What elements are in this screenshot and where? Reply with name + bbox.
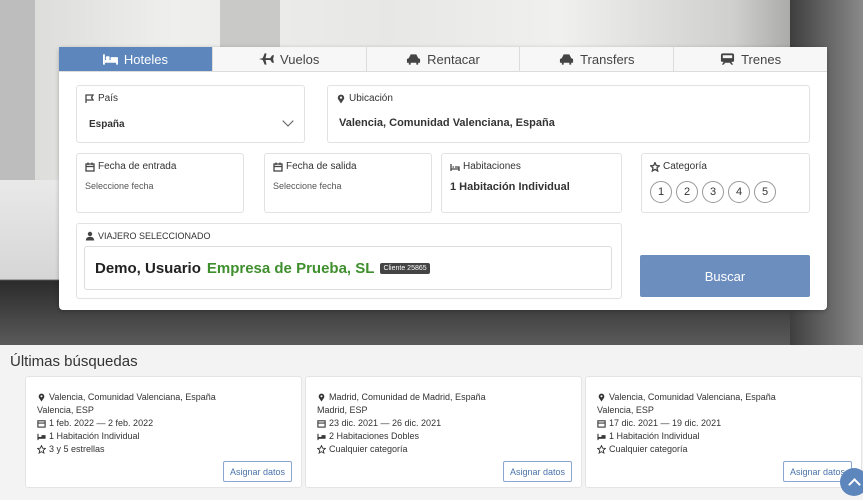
pais-label: País: [98, 93, 119, 104]
fecha-salida-field[interactable]: Fecha de salida Seleccione fecha: [264, 153, 432, 213]
train-icon: [721, 53, 735, 65]
user-icon: [85, 231, 95, 241]
chevron-up-icon: [847, 477, 861, 491]
viajero-name: Demo, Usuario: [95, 259, 201, 277]
star-icon: [597, 444, 606, 454]
recent-rooms: 2 Habitaciones Dobles: [329, 431, 420, 441]
tab-label: Rentacar: [427, 51, 480, 67]
buscar-button[interactable]: Buscar: [640, 255, 810, 297]
recent-rooms: 1 Habitación Individual: [609, 431, 700, 441]
calendar-icon: [37, 419, 46, 428]
recent-category: 3 y 5 estrellas: [49, 444, 105, 454]
plane-icon: [259, 53, 275, 65]
star-icon: [37, 444, 46, 454]
tab-label: Vuelos: [280, 51, 320, 67]
bed-icon: [450, 163, 460, 171]
tab-label: Trenes: [741, 51, 782, 67]
client-badge: Cliente 25865: [380, 262, 430, 274]
fecha-entrada-field[interactable]: Fecha de entrada Seleccione fecha: [76, 153, 244, 213]
bed-icon: [102, 54, 118, 65]
recent-category: Cualquier categoría: [609, 444, 688, 454]
flag-icon: [85, 93, 95, 103]
bed-icon: [37, 433, 46, 440]
tab-label: Transfers: [580, 51, 635, 67]
recent-location: Madrid, Comunidad de Madrid, España: [329, 392, 486, 402]
viajero-selector[interactable]: Demo, Usuario Empresa de Prueba, SL Clie…: [84, 246, 612, 290]
tab-label: Hoteles: [123, 51, 168, 67]
recent-search-card: Valencia, Comunidad Valenciana, España V…: [25, 376, 302, 488]
viajero-label: VIAJERO SELECCIONADO: [98, 231, 211, 241]
viajero-panel: VIAJERO SELECCIONADO Demo, Usuario Empre…: [76, 223, 622, 299]
calendar-icon: [317, 419, 326, 428]
chevron-down-icon: [282, 115, 294, 127]
calendar-icon: [85, 162, 95, 172]
tab-transfers[interactable]: Transfers: [520, 47, 675, 71]
calendar-icon: [273, 162, 283, 172]
recent-search-card: Valencia, Comunidad Valenciana, España V…: [585, 376, 862, 488]
bed-icon: [597, 433, 606, 440]
map-marker-icon: [337, 94, 345, 103]
map-marker-icon: [318, 393, 325, 402]
viajero-company: Empresa de Prueba, SL: [206, 259, 375, 277]
recent-category: Cualquier categoría: [329, 444, 408, 454]
recent-dates: 1 feb. 2022 — 2 feb. 2022: [49, 418, 154, 428]
recent-dates: 23 dic. 2021 — 26 dic. 2021: [329, 418, 442, 428]
fecha-entrada-label: Fecha de entrada: [98, 161, 177, 172]
recent-search-card: Madrid, Comunidad de Madrid, España Madr…: [305, 376, 582, 488]
categoria-option-2[interactable]: 2: [676, 181, 698, 203]
calendar-icon: [597, 419, 606, 428]
tab-hoteles[interactable]: Hoteles: [59, 47, 213, 71]
fecha-salida-placeholder: Seleccione fecha: [273, 181, 342, 191]
categoria-options: 1 2 3 4 5: [650, 181, 776, 203]
ubicacion-label: Ubicación: [349, 93, 393, 104]
ubicacion-value: Valencia, Comunidad Valenciana, España: [339, 117, 555, 129]
pais-select[interactable]: País España: [76, 85, 305, 143]
categoria-option-3[interactable]: 3: [702, 181, 724, 203]
recent-searches-title: Últimas búsquedas: [10, 353, 138, 370]
recent-location: Valencia, Comunidad Valenciana, España: [49, 392, 216, 402]
car-icon: [407, 54, 421, 65]
tab-vuelos[interactable]: Vuelos: [212, 47, 367, 71]
recent-dates: 17 dic. 2021 — 19 dic. 2021: [609, 418, 722, 428]
map-marker-icon: [598, 393, 605, 402]
recent-code: Madrid, ESP: [317, 405, 368, 415]
categoria-label: Categoría: [663, 161, 707, 172]
recent-code: Valencia, ESP: [37, 405, 94, 415]
scroll-to-top-button[interactable]: [840, 468, 863, 496]
assign-data-button[interactable]: Asignar datos: [222, 461, 292, 482]
categoria-option-4[interactable]: 4: [728, 181, 750, 203]
car-icon: [560, 54, 574, 65]
ubicacion-field[interactable]: Ubicación Valencia, Comunidad Valenciana…: [327, 85, 810, 143]
tab-bar: Hoteles Vuelos Rentacar Transfers Trenes: [59, 47, 827, 72]
categoria-option-1[interactable]: 1: [650, 181, 672, 203]
habitaciones-value: 1 Habitación Individual: [450, 181, 570, 193]
map-marker-icon: [38, 393, 45, 402]
tab-trenes[interactable]: Trenes: [674, 47, 827, 71]
recent-code: Valencia, ESP: [597, 405, 654, 415]
habitaciones-field[interactable]: Habitaciones 1 Habitación Individual: [441, 153, 622, 213]
pais-value: España: [89, 119, 125, 130]
categoria-option-5[interactable]: 5: [754, 181, 776, 203]
fecha-salida-label: Fecha de salida: [286, 161, 357, 172]
fecha-entrada-placeholder: Seleccione fecha: [85, 181, 154, 191]
categoria-field: Categoría 1 2 3 4 5: [641, 153, 810, 213]
recent-rooms: 1 Habitación Individual: [49, 431, 140, 441]
tab-rentacar[interactable]: Rentacar: [366, 47, 521, 71]
search-card: Hoteles Vuelos Rentacar Transfers Trenes…: [59, 47, 827, 310]
recent-location: Valencia, Comunidad Valenciana, España: [609, 392, 776, 402]
bed-icon: [317, 433, 326, 440]
star-icon: [317, 444, 326, 454]
assign-data-button[interactable]: Asignar datos: [502, 461, 572, 482]
star-icon: [650, 161, 660, 172]
habitaciones-label: Habitaciones: [463, 161, 521, 172]
